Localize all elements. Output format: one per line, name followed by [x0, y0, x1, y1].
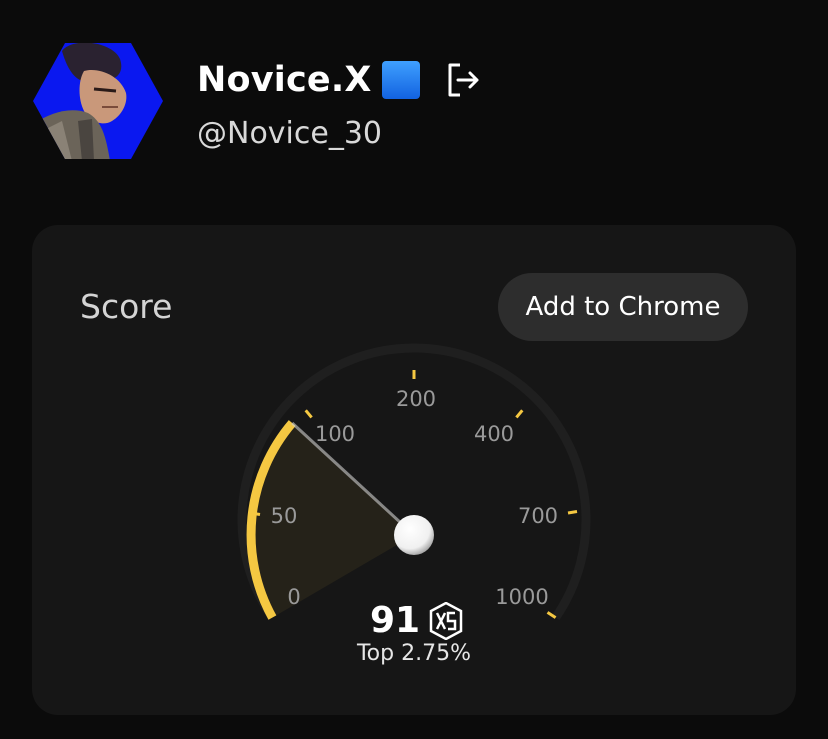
tick-mark-400 — [515, 409, 524, 419]
tick-label-100: 100 — [315, 422, 355, 446]
avatar[interactable] — [32, 41, 164, 161]
tick-mark-700 — [567, 510, 578, 515]
user-handle: @Novice_30 — [197, 116, 383, 151]
tick-mark-100 — [304, 409, 313, 419]
xs-logo-icon — [429, 601, 463, 640]
tick-label-50: 50 — [271, 504, 298, 528]
tick-label-700: 700 — [518, 504, 558, 528]
tick-mark-50 — [250, 511, 261, 516]
tick-label-400: 400 — [474, 422, 514, 446]
tick-label-0: 0 — [287, 585, 300, 609]
score-card: Score Add to Chrome 0 50 100 200 400 700… — [32, 225, 796, 715]
verified-badge-icon — [381, 61, 420, 99]
tick-label-200: 200 — [396, 387, 436, 411]
display-name: Novice.X — [197, 60, 372, 100]
logout-icon[interactable] — [444, 61, 482, 99]
gauge-knob — [394, 515, 434, 555]
tick-label-1000: 1000 — [495, 585, 548, 609]
rank-text: Top 2.75% — [356, 641, 471, 666]
score-value: 91 — [370, 600, 421, 641]
